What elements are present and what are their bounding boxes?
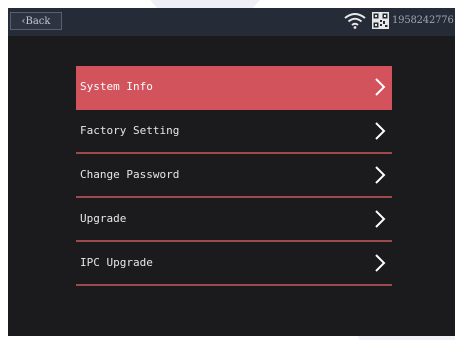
menu-item-label: Factory Setting [80, 124, 180, 137]
chevron-right-icon [375, 254, 386, 272]
chevron-right-icon [375, 210, 386, 228]
menu-item-ipc-upgrade[interactable]: IPC Upgrade [76, 242, 392, 286]
chevron-right-icon [375, 166, 386, 184]
menu-item-change-password[interactable]: Change Password [76, 154, 392, 198]
menu-item-factory-setting[interactable]: Factory Setting [76, 110, 392, 154]
wifi-icon [344, 13, 366, 29]
qr-code-icon[interactable] [372, 12, 389, 29]
device-screen: ‹Back 1958242776 System Info Factory Set… [8, 8, 455, 336]
menu-item-upgrade[interactable]: Upgrade [76, 198, 392, 242]
menu-item-label: IPC Upgrade [80, 256, 153, 269]
back-button[interactable]: ‹Back [10, 12, 62, 30]
menu-item-system-info[interactable]: System Info [76, 66, 392, 110]
menu-item-label: Change Password [80, 168, 180, 181]
status-bar: ‹Back 1958242776 [8, 8, 455, 36]
chevron-right-icon [375, 122, 386, 140]
menu-item-label: System Info [80, 80, 153, 93]
device-id: 1958242776 [392, 15, 454, 26]
chevron-right-icon [375, 78, 386, 96]
menu-item-label: Upgrade [80, 212, 127, 225]
settings-menu: System Info Factory Setting Change Passw… [76, 66, 392, 286]
